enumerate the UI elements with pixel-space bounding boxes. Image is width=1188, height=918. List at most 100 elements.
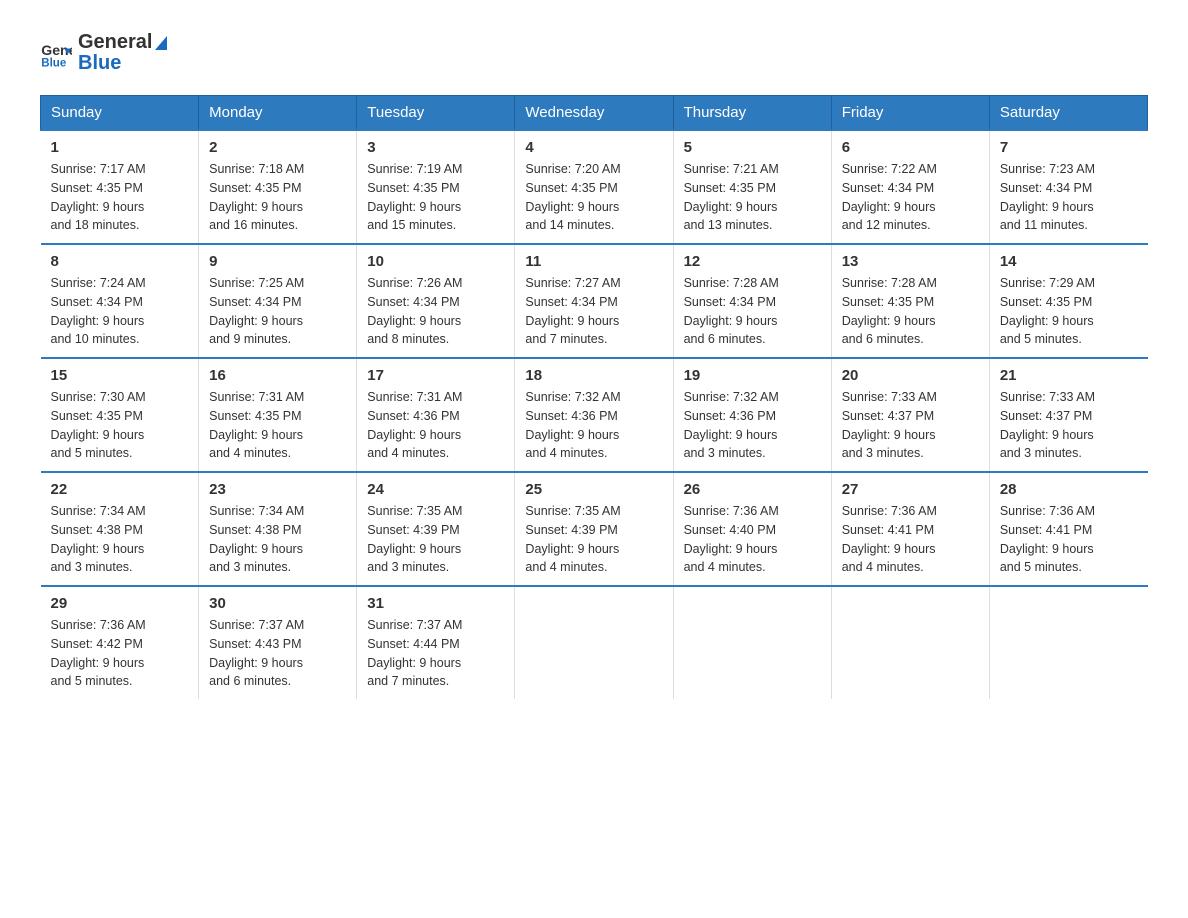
calendar-cell: 14 Sunrise: 7:29 AMSunset: 4:35 PMDaylig… xyxy=(989,244,1147,358)
calendar-cell xyxy=(515,586,673,699)
calendar-cell: 8 Sunrise: 7:24 AMSunset: 4:34 PMDayligh… xyxy=(41,244,199,358)
calendar-cell: 18 Sunrise: 7:32 AMSunset: 4:36 PMDaylig… xyxy=(515,358,673,472)
calendar-cell: 4 Sunrise: 7:20 AMSunset: 4:35 PMDayligh… xyxy=(515,130,673,244)
calendar-cell xyxy=(989,586,1147,699)
logo-general: General xyxy=(78,30,167,54)
day-number: 10 xyxy=(367,253,504,270)
day-number: 22 xyxy=(51,481,189,498)
svg-text:Blue: Blue xyxy=(41,57,67,69)
day-info: Sunrise: 7:31 AMSunset: 4:35 PMDaylight:… xyxy=(209,388,346,463)
day-number: 29 xyxy=(51,595,189,612)
day-info: Sunrise: 7:25 AMSunset: 4:34 PMDaylight:… xyxy=(209,274,346,349)
calendar-cell: 17 Sunrise: 7:31 AMSunset: 4:36 PMDaylig… xyxy=(357,358,515,472)
day-info: Sunrise: 7:20 AMSunset: 4:35 PMDaylight:… xyxy=(525,160,662,235)
day-info: Sunrise: 7:21 AMSunset: 4:35 PMDaylight:… xyxy=(684,160,821,235)
day-number: 5 xyxy=(684,139,821,156)
calendar-cell: 16 Sunrise: 7:31 AMSunset: 4:35 PMDaylig… xyxy=(199,358,357,472)
day-info: Sunrise: 7:23 AMSunset: 4:34 PMDaylight:… xyxy=(1000,160,1138,235)
day-number: 26 xyxy=(684,481,821,498)
calendar-cell: 3 Sunrise: 7:19 AMSunset: 4:35 PMDayligh… xyxy=(357,130,515,244)
calendar-table: SundayMondayTuesdayWednesdayThursdayFrid… xyxy=(40,95,1148,699)
calendar-header-row: SundayMondayTuesdayWednesdayThursdayFrid… xyxy=(41,96,1148,131)
day-number: 17 xyxy=(367,367,504,384)
day-number: 9 xyxy=(209,253,346,270)
day-info: Sunrise: 7:19 AMSunset: 4:35 PMDaylight:… xyxy=(367,160,504,235)
day-info: Sunrise: 7:36 AMSunset: 4:42 PMDaylight:… xyxy=(51,616,189,691)
calendar-cell: 7 Sunrise: 7:23 AMSunset: 4:34 PMDayligh… xyxy=(989,130,1147,244)
day-info: Sunrise: 7:34 AMSunset: 4:38 PMDaylight:… xyxy=(51,502,189,577)
calendar-cell: 27 Sunrise: 7:36 AMSunset: 4:41 PMDaylig… xyxy=(831,472,989,586)
day-info: Sunrise: 7:28 AMSunset: 4:34 PMDaylight:… xyxy=(684,274,821,349)
calendar-cell: 24 Sunrise: 7:35 AMSunset: 4:39 PMDaylig… xyxy=(357,472,515,586)
day-number: 21 xyxy=(1000,367,1138,384)
day-number: 11 xyxy=(525,253,662,270)
day-number: 30 xyxy=(209,595,346,612)
calendar-cell: 13 Sunrise: 7:28 AMSunset: 4:35 PMDaylig… xyxy=(831,244,989,358)
day-info: Sunrise: 7:26 AMSunset: 4:34 PMDaylight:… xyxy=(367,274,504,349)
calendar-week-row: 22 Sunrise: 7:34 AMSunset: 4:38 PMDaylig… xyxy=(41,472,1148,586)
day-info: Sunrise: 7:37 AMSunset: 4:43 PMDaylight:… xyxy=(209,616,346,691)
header-tuesday: Tuesday xyxy=(357,96,515,131)
logo-icon: General Blue xyxy=(40,37,72,69)
calendar-cell: 30 Sunrise: 7:37 AMSunset: 4:43 PMDaylig… xyxy=(199,586,357,699)
day-info: Sunrise: 7:36 AMSunset: 4:40 PMDaylight:… xyxy=(684,502,821,577)
calendar-cell: 28 Sunrise: 7:36 AMSunset: 4:41 PMDaylig… xyxy=(989,472,1147,586)
day-info: Sunrise: 7:36 AMSunset: 4:41 PMDaylight:… xyxy=(842,502,979,577)
day-number: 1 xyxy=(51,139,189,156)
calendar-cell xyxy=(673,586,831,699)
day-number: 2 xyxy=(209,139,346,156)
day-info: Sunrise: 7:27 AMSunset: 4:34 PMDaylight:… xyxy=(525,274,662,349)
calendar-week-row: 29 Sunrise: 7:36 AMSunset: 4:42 PMDaylig… xyxy=(41,586,1148,699)
day-number: 6 xyxy=(842,139,979,156)
day-info: Sunrise: 7:22 AMSunset: 4:34 PMDaylight:… xyxy=(842,160,979,235)
day-number: 4 xyxy=(525,139,662,156)
header-thursday: Thursday xyxy=(673,96,831,131)
calendar-cell: 2 Sunrise: 7:18 AMSunset: 4:35 PMDayligh… xyxy=(199,130,357,244)
day-number: 13 xyxy=(842,253,979,270)
calendar-cell: 20 Sunrise: 7:33 AMSunset: 4:37 PMDaylig… xyxy=(831,358,989,472)
day-number: 19 xyxy=(684,367,821,384)
calendar-cell: 25 Sunrise: 7:35 AMSunset: 4:39 PMDaylig… xyxy=(515,472,673,586)
header-wednesday: Wednesday xyxy=(515,96,673,131)
header-saturday: Saturday xyxy=(989,96,1147,131)
day-number: 27 xyxy=(842,481,979,498)
day-number: 24 xyxy=(367,481,504,498)
calendar-cell: 5 Sunrise: 7:21 AMSunset: 4:35 PMDayligh… xyxy=(673,130,831,244)
header-monday: Monday xyxy=(199,96,357,131)
day-info: Sunrise: 7:34 AMSunset: 4:38 PMDaylight:… xyxy=(209,502,346,577)
day-number: 31 xyxy=(367,595,504,612)
day-number: 20 xyxy=(842,367,979,384)
day-number: 16 xyxy=(209,367,346,384)
calendar-cell: 26 Sunrise: 7:36 AMSunset: 4:40 PMDaylig… xyxy=(673,472,831,586)
day-info: Sunrise: 7:30 AMSunset: 4:35 PMDaylight:… xyxy=(51,388,189,463)
day-info: Sunrise: 7:28 AMSunset: 4:35 PMDaylight:… xyxy=(842,274,979,349)
calendar-cell: 10 Sunrise: 7:26 AMSunset: 4:34 PMDaylig… xyxy=(357,244,515,358)
day-info: Sunrise: 7:37 AMSunset: 4:44 PMDaylight:… xyxy=(367,616,504,691)
day-info: Sunrise: 7:35 AMSunset: 4:39 PMDaylight:… xyxy=(367,502,504,577)
calendar-cell: 1 Sunrise: 7:17 AMSunset: 4:35 PMDayligh… xyxy=(41,130,199,244)
header-sunday: Sunday xyxy=(41,96,199,131)
logo-blue: Blue xyxy=(78,52,167,75)
calendar-cell: 22 Sunrise: 7:34 AMSunset: 4:38 PMDaylig… xyxy=(41,472,199,586)
calendar-week-row: 8 Sunrise: 7:24 AMSunset: 4:34 PMDayligh… xyxy=(41,244,1148,358)
calendar-cell: 31 Sunrise: 7:37 AMSunset: 4:44 PMDaylig… xyxy=(357,586,515,699)
day-number: 14 xyxy=(1000,253,1138,270)
calendar-week-row: 1 Sunrise: 7:17 AMSunset: 4:35 PMDayligh… xyxy=(41,130,1148,244)
day-info: Sunrise: 7:18 AMSunset: 4:35 PMDaylight:… xyxy=(209,160,346,235)
day-info: Sunrise: 7:31 AMSunset: 4:36 PMDaylight:… xyxy=(367,388,504,463)
day-number: 3 xyxy=(367,139,504,156)
calendar-cell: 9 Sunrise: 7:25 AMSunset: 4:34 PMDayligh… xyxy=(199,244,357,358)
day-info: Sunrise: 7:32 AMSunset: 4:36 PMDaylight:… xyxy=(684,388,821,463)
day-number: 12 xyxy=(684,253,821,270)
day-number: 15 xyxy=(51,367,189,384)
day-info: Sunrise: 7:36 AMSunset: 4:41 PMDaylight:… xyxy=(1000,502,1138,577)
day-info: Sunrise: 7:29 AMSunset: 4:35 PMDaylight:… xyxy=(1000,274,1138,349)
day-number: 25 xyxy=(525,481,662,498)
day-info: Sunrise: 7:33 AMSunset: 4:37 PMDaylight:… xyxy=(842,388,979,463)
day-number: 18 xyxy=(525,367,662,384)
day-info: Sunrise: 7:33 AMSunset: 4:37 PMDaylight:… xyxy=(1000,388,1138,463)
calendar-cell: 19 Sunrise: 7:32 AMSunset: 4:36 PMDaylig… xyxy=(673,358,831,472)
day-info: Sunrise: 7:24 AMSunset: 4:34 PMDaylight:… xyxy=(51,274,189,349)
day-number: 28 xyxy=(1000,481,1138,498)
day-info: Sunrise: 7:32 AMSunset: 4:36 PMDaylight:… xyxy=(525,388,662,463)
